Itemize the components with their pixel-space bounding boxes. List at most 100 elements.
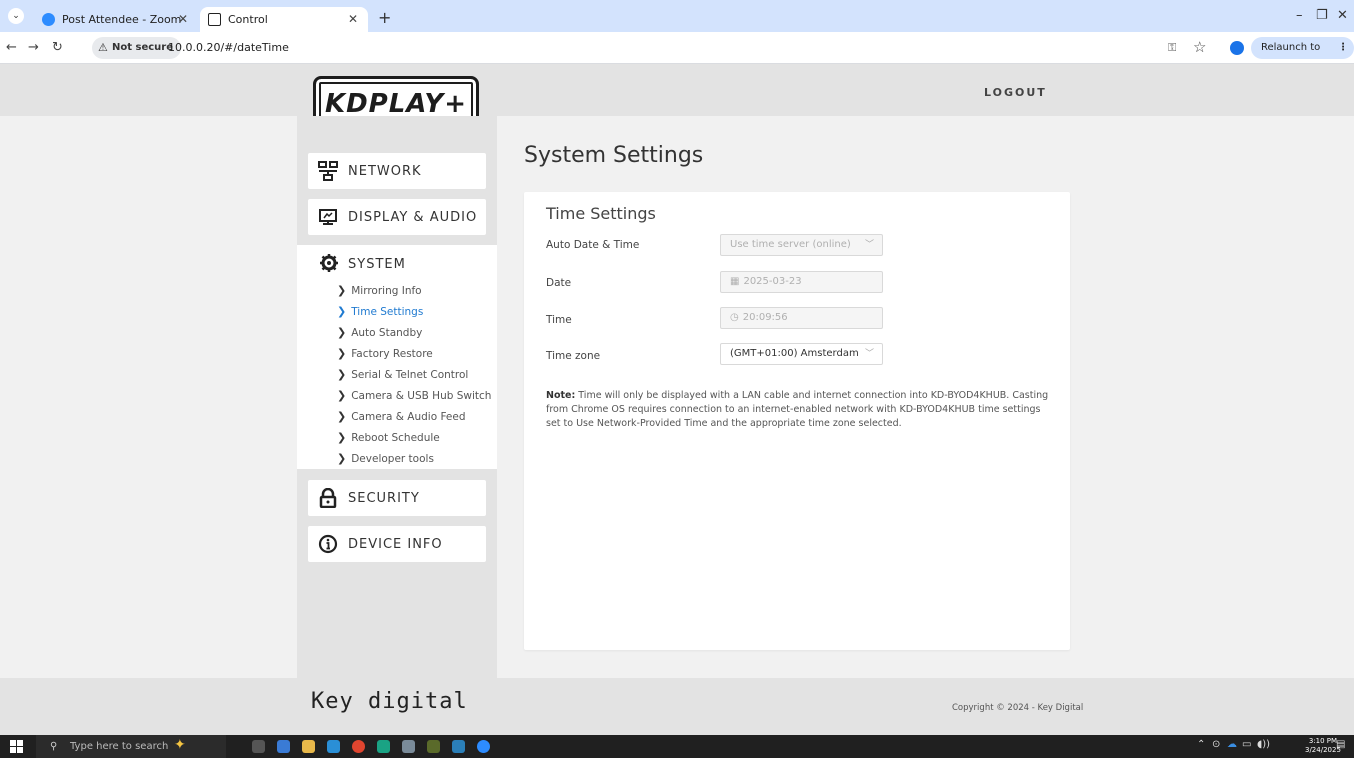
info-icon [318,534,338,554]
auto-date-time-select[interactable]: Use time server (online) ﹀ [720,234,883,256]
taskbar-search-placeholder: Type here to search [70,741,169,752]
page-title: System Settings [524,143,704,168]
mail-icon[interactable] [327,740,340,753]
chevron-right-icon: ❯ [337,389,347,402]
more-menu-icon[interactable]: ⋮ [1338,37,1348,59]
sidebar-item-developer-tools[interactable]: ❯ Developer tools [337,452,434,465]
nav-device-info-label: DEVICE INFO [348,537,443,552]
onedrive-icon[interactable]: ☁ [1227,739,1237,750]
forward-icon[interactable]: → [28,40,39,55]
browser-tab-strip: ⌄ Post Attendee - Zoom ✕ Control ✕ + – ❐… [0,0,1354,32]
task-view-icon[interactable] [252,740,265,753]
key-digital-logo: Key digital [311,689,468,714]
edge-icon[interactable] [377,740,390,753]
network-icon [318,161,338,181]
copyright-text: Copyright © 2024 - Key Digital [952,703,1084,713]
time-value: 20:09:56 [742,312,788,323]
profile-avatar-icon[interactable] [1230,41,1244,55]
address-bar[interactable]: 10.0.0.20/#/dateTime [168,41,289,54]
photos-icon[interactable] [452,740,465,753]
sidebar-item-label: Time Settings [351,306,424,318]
app-header [0,64,1354,116]
time-label: Time [546,314,572,326]
nav-system-label[interactable]: SYSTEM [348,257,406,272]
chevron-right-icon: ❯ [337,410,347,423]
nav-security-label: SECURITY [348,491,420,506]
chrome-icon[interactable] [352,740,365,753]
zoom-favicon-icon [42,13,55,26]
logout-button[interactable]: LOGOUT [984,86,1047,99]
password-key-icon[interactable]: ⚿ [1168,41,1176,55]
tab-zoom[interactable]: Post Attendee - Zoom ✕ [34,7,198,32]
sidebar-item-label: Mirroring Info [351,285,422,297]
time-settings-note: Note: Time will only be displayed with a… [546,389,1056,431]
close-tab-icon[interactable]: ✕ [178,7,188,32]
tab-control[interactable]: Control ✕ [200,7,368,32]
lock-icon [319,488,337,508]
sidebar-item-camera-usb[interactable]: ❯ Camera & USB Hub Switch [337,389,491,402]
chevron-right-icon: ❯ [337,452,347,465]
gear-icon [320,254,338,272]
nav-device-info[interactable]: DEVICE INFO [308,526,486,562]
note-text: Time will only be displayed with a LAN c… [546,390,1049,429]
tab-search-chevron-icon[interactable]: ⌄ [8,8,24,24]
nav-security[interactable]: SECURITY [308,480,486,516]
nav-system-panel: SYSTEM ❯ Mirroring Info ❯ Time Settings ❯ A… [297,245,497,469]
chevron-right-icon: ❯ [337,284,347,297]
sidebar-item-auto-standby[interactable]: ❯ Auto Standby [337,326,422,339]
sidebar-item-label: Developer tools [351,453,434,465]
network-tray-icon[interactable]: ▭ [1242,739,1251,750]
sparkle-icon[interactable]: ✦ [174,737,186,753]
restore-icon[interactable]: ❐ [1316,8,1328,23]
taskbar-search-input[interactable]: ⚲ Type here to search [36,735,226,758]
note-label: Note: [546,390,576,401]
chevron-down-icon: ﹀ [864,349,874,359]
windows-taskbar: ⚲ Type here to search ✦ ⌃ ⊙ ☁ ▭ ◖)) 3:10… [0,735,1354,758]
notification-icon[interactable]: ▤ [1336,739,1345,750]
sidebar-item-serial-telnet[interactable]: ❯ Serial & Telnet Control [337,368,468,381]
chevron-right-icon: ❯ [337,347,347,360]
relaunch-button[interactable]: Relaunch to update ⋮ [1251,37,1354,75]
browser-toolbar: ← → ↻ ⚠ Not secure 10.0.0.20/#/dateTime … [0,32,1354,75]
nav-network-label: NETWORK [348,164,422,179]
new-tab-icon[interactable]: + [378,8,391,27]
zoom-icon[interactable] [477,740,490,753]
time-zone-label: Time zone [546,350,601,362]
display-icon [319,209,337,225]
kd-favicon-icon [208,13,221,26]
card-title: Time Settings [546,204,656,223]
nav-display-audio[interactable]: DISPLAY & AUDIO [308,199,486,235]
sidebar-item-reboot-schedule[interactable]: ❯ Reboot Schedule [337,431,440,444]
sidebar-item-label: Factory Restore [351,348,433,360]
reload-icon[interactable]: ↻ [52,40,63,55]
close-tab-icon[interactable]: ✕ [348,7,358,32]
volume-icon[interactable]: ◖)) [1257,739,1270,750]
calendar-icon: ▦ [730,276,740,287]
close-window-icon[interactable]: ✕ [1337,8,1348,23]
sidebar-item-label: Camera & Audio Feed [351,411,466,423]
chevron-right-icon: ❯ [337,326,347,339]
bookmark-star-icon[interactable]: ☆ [1193,38,1206,56]
copilot-icon[interactable] [277,740,290,753]
tray-app-icon[interactable]: ⊙ [1212,739,1220,750]
file-explorer-icon[interactable] [302,740,315,753]
back-icon[interactable]: ← [6,40,17,55]
sidebar-item-mirroring-info[interactable]: ❯ Mirroring Info [337,284,422,297]
date-field[interactable]: ▦ 2025-03-23 [720,271,883,293]
sidebar-item-camera-audio[interactable]: ❯ Camera & Audio Feed [337,410,466,423]
nav-network[interactable]: NETWORK [308,153,486,189]
sidebar-item-time-settings[interactable]: ❯ Time Settings [337,305,423,318]
sidebar-item-label: Serial & Telnet Control [351,369,469,381]
auto-date-time-label: Auto Date & Time [546,239,640,251]
time-zone-select[interactable]: (GMT+01:00) Amsterdam ﹀ [720,343,883,365]
sidebar-item-factory-restore[interactable]: ❯ Factory Restore [337,347,433,360]
chevron-down-icon: ﹀ [864,240,874,250]
windows-start-icon[interactable] [10,740,23,753]
time-field[interactable]: ◷ 20:09:56 [720,307,883,329]
app-icon[interactable] [402,740,415,753]
minimize-icon[interactable]: – [1296,8,1303,23]
computer-icon[interactable] [427,740,440,753]
chevron-up-icon[interactable]: ⌃ [1197,739,1205,750]
chevron-right-icon: ❯ [337,431,347,444]
sidebar-item-label: Reboot Schedule [351,432,440,444]
